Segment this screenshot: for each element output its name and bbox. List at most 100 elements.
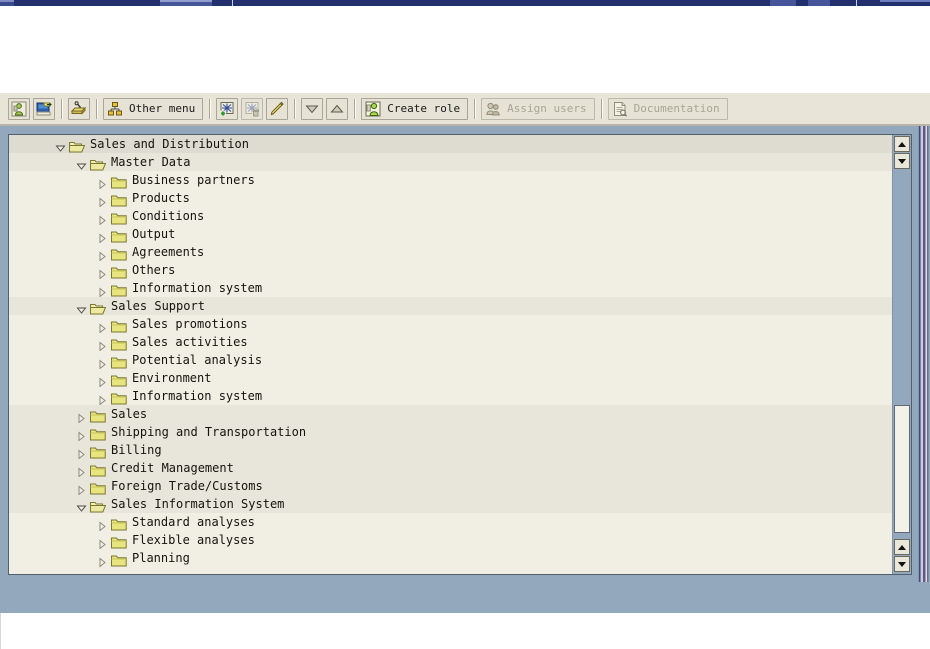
tree-node-label: Standard analyses xyxy=(132,514,255,529)
folder-open-icon xyxy=(69,138,86,152)
rename-node-button[interactable] xyxy=(266,97,289,120)
folder-closed-icon xyxy=(111,228,127,242)
scroll-up-button-bottom[interactable] xyxy=(894,539,910,555)
window-blank-area xyxy=(0,6,930,92)
tree-node-label: Information system xyxy=(132,388,263,403)
tree-node-label: Potential analysis xyxy=(132,352,263,367)
documentation-button: Documentation xyxy=(607,97,728,120)
toolbar-separator xyxy=(354,98,357,119)
menu-tree[interactable]: Sales and Distribution Master Data Busines… xyxy=(9,135,893,574)
tree-expand-toggle-icon[interactable] xyxy=(97,373,108,388)
tree-collapse-toggle-icon[interactable] xyxy=(76,157,87,170)
tree-node-row[interactable]: Others xyxy=(9,261,893,280)
tree-node-row[interactable]: Sales activities xyxy=(9,333,893,352)
window-right-edge-artifact xyxy=(916,126,930,582)
role-icon-button[interactable] xyxy=(8,97,30,120)
tree-expand-toggle-icon[interactable] xyxy=(97,265,108,280)
tree-expand-toggle-icon[interactable] xyxy=(97,391,108,406)
tree-panel-frame: Sales and Distribution Master Data Busines… xyxy=(0,126,930,582)
folder-closed-icon xyxy=(111,192,127,206)
transfer-icon-button[interactable] xyxy=(33,97,55,120)
tree-node-label: Sales xyxy=(111,406,148,421)
tree-node-row[interactable]: Potential analysis xyxy=(9,351,893,370)
tree-node-row[interactable]: Output xyxy=(9,225,893,244)
scroll-down-icon xyxy=(898,561,906,567)
tree-expand-toggle-icon[interactable] xyxy=(97,337,108,352)
tree-vertical-scrollbar[interactable] xyxy=(892,135,911,574)
toolbar-separator xyxy=(61,98,63,119)
move-up-button[interactable] xyxy=(326,97,349,120)
tree-node-row[interactable]: Sales promotions xyxy=(9,315,893,334)
tree-collapse-toggle-icon[interactable] xyxy=(55,139,66,152)
toolbar-separator xyxy=(474,98,477,119)
tree-expand-toggle-icon[interactable] xyxy=(76,481,87,496)
tree-expand-toggle-icon[interactable] xyxy=(97,355,108,370)
tree-node-label: Shipping and Transportation xyxy=(111,424,307,439)
tree-collapse-toggle-icon[interactable] xyxy=(76,499,87,512)
tree-expand-toggle-icon[interactable] xyxy=(76,409,87,424)
lower-panel-band xyxy=(0,582,930,613)
folder-open-icon xyxy=(90,156,107,170)
tree-expand-toggle-icon[interactable] xyxy=(97,319,108,334)
other-menu-button[interactable]: Other menu xyxy=(103,97,204,120)
tree-node-row[interactable]: Shipping and Transportation xyxy=(9,423,893,442)
scroll-up-button-top[interactable] xyxy=(894,136,910,152)
tree-node-row[interactable]: Information system xyxy=(9,387,893,406)
tree-node-row[interactable]: Billing xyxy=(9,441,893,460)
application-toolbar: Other menu Create role Assign users Docu… xyxy=(0,92,930,126)
tree-expand-toggle-icon[interactable] xyxy=(76,445,87,460)
scroll-up-icon xyxy=(898,141,906,147)
lower-left-edge xyxy=(0,613,8,649)
tree-expand-toggle-icon[interactable] xyxy=(97,193,108,208)
tree-expand-toggle-icon[interactable] xyxy=(97,175,108,190)
tree-expand-toggle-icon[interactable] xyxy=(97,283,108,298)
tree-node-row[interactable]: Conditions xyxy=(9,207,893,226)
tree-expand-toggle-icon[interactable] xyxy=(97,517,108,532)
tree-node-row[interactable]: Sales Support xyxy=(9,297,893,315)
tree-node-label: Credit Management xyxy=(111,460,234,475)
tree-node-label: Environment xyxy=(132,370,212,385)
tree-node-row[interactable]: Standard analyses xyxy=(9,513,893,532)
tree-collapse-toggle-icon[interactable] xyxy=(76,301,87,314)
add-node-button[interactable] xyxy=(216,97,239,120)
folder-closed-icon xyxy=(111,246,127,260)
tree-expand-toggle-icon[interactable] xyxy=(97,535,108,550)
tree-node-row[interactable]: Sales and Distribution xyxy=(9,135,893,153)
move-down-button[interactable] xyxy=(301,97,324,120)
application-window: Other menu Create role Assign users Docu… xyxy=(0,0,930,649)
scroll-down-button-top[interactable] xyxy=(894,153,910,169)
tree-expand-toggle-icon[interactable] xyxy=(97,247,108,262)
folder-closed-icon xyxy=(111,174,127,188)
folder-closed-icon xyxy=(111,210,127,224)
hierarchy-icon xyxy=(107,101,123,117)
tree-node-row[interactable]: Business partners xyxy=(9,171,893,190)
import-menu-button[interactable] xyxy=(68,97,90,120)
tree-expand-toggle-icon[interactable] xyxy=(97,553,108,568)
tree-node-row[interactable]: Information system xyxy=(9,279,893,298)
folder-open-icon xyxy=(90,498,107,512)
tree-expand-toggle-icon[interactable] xyxy=(76,427,87,442)
folder-open-icon xyxy=(90,300,107,314)
folder-closed-icon xyxy=(90,480,106,494)
tree-node-row[interactable]: Planning xyxy=(9,549,893,568)
tree-node-row[interactable]: Credit Management xyxy=(9,459,893,478)
tree-expand-toggle-icon[interactable] xyxy=(76,463,87,478)
folder-closed-icon xyxy=(111,282,127,296)
triangle-up-icon xyxy=(329,101,345,117)
scrollbar-thumb[interactable] xyxy=(894,405,910,533)
tree-expand-toggle-icon[interactable] xyxy=(97,211,108,226)
tree-node-row[interactable]: Environment xyxy=(9,369,893,388)
tree-node-row[interactable]: Sales xyxy=(9,405,893,424)
tree-node-row[interactable]: Foreign Trade/Customs xyxy=(9,477,893,496)
tree-node-row[interactable]: Flexible analyses xyxy=(9,531,893,550)
tree-node-row[interactable]: Sales Information System xyxy=(9,495,893,513)
tree-expand-toggle-icon[interactable] xyxy=(97,229,108,244)
folder-closed-icon xyxy=(111,390,127,404)
tree-node-row[interactable]: Products xyxy=(9,189,893,208)
folder-closed-icon xyxy=(111,552,127,566)
create-role-button[interactable]: Create role xyxy=(361,97,469,120)
tree-node-row[interactable]: Agreements xyxy=(9,243,893,262)
scroll-down-button-bottom[interactable] xyxy=(894,556,910,572)
tree-panel: Sales and Distribution Master Data Busines… xyxy=(8,134,912,575)
tree-node-row[interactable]: Master Data xyxy=(9,153,893,171)
